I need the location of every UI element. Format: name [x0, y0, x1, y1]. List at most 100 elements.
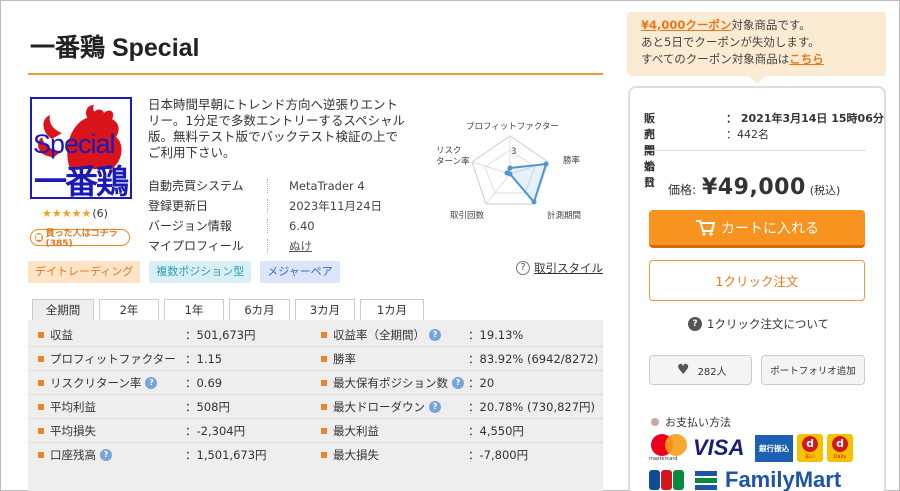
stat-value: ：20 — [468, 376, 495, 390]
profile-link[interactable]: ぬけ — [289, 236, 312, 256]
heart-icon: ♥ — [677, 362, 690, 378]
jcb-logo — [649, 470, 685, 490]
bank-transfer-logo: 銀行振込 — [755, 435, 793, 462]
help-icon[interactable]: ? — [145, 377, 158, 389]
price-label: 価格: — [668, 183, 697, 197]
d-daily-logo: d Daily — [827, 434, 853, 462]
one-click-order-button[interactable]: 1クリック注文 — [649, 260, 865, 301]
d-payment-logo: d 払い — [797, 434, 823, 462]
stat-value: ：508円 — [185, 400, 230, 414]
one-click-about-link[interactable]: ? 1クリック注文について — [688, 316, 829, 332]
product-logo: Special 一番鶏 — [30, 97, 132, 199]
tax-label: (税込) — [809, 184, 841, 197]
add-portfolio-button[interactable]: ポートフォリオ追加 — [761, 355, 865, 385]
radar-chart: プロフィットファクター 勝率 計測期間 取引回数 リスク ターン率 3 — [430, 112, 605, 227]
tag-list: デイトレーディング 複数ポジション型 メジャーペア — [28, 261, 340, 283]
stat-value: ：-2,304円 — [185, 424, 246, 438]
stat-value: ：-7,800円 — [468, 448, 529, 462]
tab-all-period[interactable]: 全期間 — [32, 299, 94, 320]
stat-value: ：1.15 — [185, 352, 223, 366]
tab-6-months[interactable]: 6カ月 — [229, 299, 290, 320]
stat-label: 収益率（全期間） — [333, 328, 425, 342]
coupon-amount-link[interactable]: ¥4,000クーポン — [641, 18, 731, 32]
coupon-line3: すべてのクーポン対象商品は — [641, 52, 790, 66]
info-label: マイプロフィール — [148, 239, 244, 253]
tag-day-trading[interactable]: デイトレーディング — [28, 261, 141, 283]
tab-3-months[interactable]: 3カ月 — [295, 299, 355, 320]
help-icon[interactable]: ? — [452, 377, 464, 389]
bag-icon: ■ — [35, 233, 43, 242]
stat-label: 最大保有ポジション数 — [333, 376, 448, 390]
stat-label: 平均損失 — [50, 424, 96, 438]
info-label: バージョン情報 — [148, 219, 232, 233]
tab-1-month[interactable]: 1カ月 — [360, 299, 424, 320]
payment-title: お支払い方法 — [665, 416, 731, 429]
title-divider — [28, 73, 603, 75]
coupon-line1: 対象商品です。 — [731, 18, 811, 32]
product-description: 日本時間早朝にトレンド方向へ逆張りエントリー。1分足で多数エントリーするスペシャ… — [148, 97, 405, 160]
stat-value: ：4,550円 — [468, 424, 524, 438]
info-value: 6.40 — [289, 219, 315, 233]
favorite-button[interactable]: ♥ 282人 — [649, 355, 752, 385]
help-icon[interactable]: ? — [429, 401, 441, 413]
stat-value: ：83.92% (6942/8272) — [468, 352, 599, 366]
trading-style-label: 取引スタイル — [534, 261, 603, 275]
favorite-count: 282人 — [697, 366, 727, 378]
trading-style-link[interactable]: ? 取引スタイル — [516, 260, 603, 276]
tag-major-pair[interactable]: メジャーペア — [260, 261, 340, 283]
help-icon[interactable]: ? — [100, 449, 112, 461]
coupon-notice: ¥4,000クーポン対象商品です。 あと5日でクーポンが失効します。 すべてのク… — [627, 12, 886, 84]
stat-label: リスクリターン率 — [50, 376, 142, 390]
question-icon: ? — [688, 317, 702, 331]
coupon-list-link[interactable]: こちら — [789, 52, 824, 66]
familymart-icon — [695, 470, 717, 490]
stat-label: プロフィットファクター — [50, 352, 176, 366]
stats-row: リスクリターン率? ：0.69 最大保有ポジション数? ：20 — [28, 371, 603, 394]
coupon-line2: あと5日でクーポンが失効します。 — [641, 35, 820, 49]
stat-value: ：0.69 — [185, 376, 223, 390]
stat-label: 口座残高 — [50, 448, 96, 462]
help-icon[interactable]: ? — [429, 329, 441, 341]
stats-table: 収益 ：501,673円 収益率（全期間）? ：19.13% プロフィットファク… — [28, 320, 603, 491]
rating-stars: ★★★★★ — [42, 207, 92, 220]
price: 価格: ¥49,000 (税込) — [668, 175, 840, 200]
stat-label: 勝率 — [333, 352, 356, 366]
cart-icon — [696, 220, 715, 236]
users-value: ：442名 — [726, 128, 769, 141]
price-value: ¥49,000 — [702, 175, 806, 200]
stat-label: 最大ドローダウン — [333, 400, 425, 414]
mastercard-text: mastercard — [649, 456, 678, 462]
info-label: 自動売買システム — [148, 179, 244, 193]
rating[interactable]: ★★★★★(6) — [42, 207, 108, 220]
period-tabs: 全期間 2年 1年 6カ月 3カ月 1カ月 — [32, 299, 424, 320]
radar-plot — [471, 135, 549, 205]
stats-row: 平均利益 ：508円 最大ドローダウン? ：20.78% (730,827円) — [28, 395, 603, 418]
buyers-link-button[interactable]: ■ 買った人はコチラ(385) — [30, 229, 130, 249]
tag-multi-position[interactable]: 複数ポジション型 — [149, 261, 252, 283]
radar-scale-label: 3 — [511, 147, 517, 157]
buyers-link-label: 買った人はコチラ(385) — [45, 229, 118, 249]
stats-row: 平均損失 ：-2,304円 最大利益 ：4,550円 — [28, 419, 603, 442]
sales-start-value: ： 2021年3月14日 15時06分 — [726, 112, 884, 125]
stat-label: 最大利益 — [333, 424, 379, 438]
mastercard-logo: mastercard — [649, 434, 689, 464]
info-label: 登録更新日 — [148, 199, 209, 213]
add-to-cart-button[interactable]: カートに入れる — [649, 210, 865, 248]
one-click-about-label: 1クリック注文について — [707, 317, 829, 331]
bullet-icon — [651, 418, 659, 426]
logo-text-name: 一番鶏 — [34, 162, 129, 199]
add-to-cart-label: カートに入れる — [721, 220, 819, 237]
visa-logo: VISA — [693, 435, 745, 460]
familymart-logo: FamilyMart — [725, 467, 842, 491]
review-count: (6) — [92, 207, 108, 220]
stat-value: ：501,673円 — [185, 328, 256, 342]
stat-value: ：20.78% (730,827円) — [468, 400, 596, 414]
stat-label: 最大損失 — [333, 448, 379, 462]
tab-1-year[interactable]: 1年 — [164, 299, 224, 320]
stat-value: ：1,501,673円 — [185, 448, 267, 462]
page-title: 一番鶏 Special — [30, 34, 200, 62]
tab-2-years[interactable]: 2年 — [99, 299, 159, 320]
question-icon: ? — [516, 261, 530, 275]
info-value: MetaTrader 4 — [289, 179, 365, 193]
stat-value: ：19.13% — [468, 328, 524, 342]
